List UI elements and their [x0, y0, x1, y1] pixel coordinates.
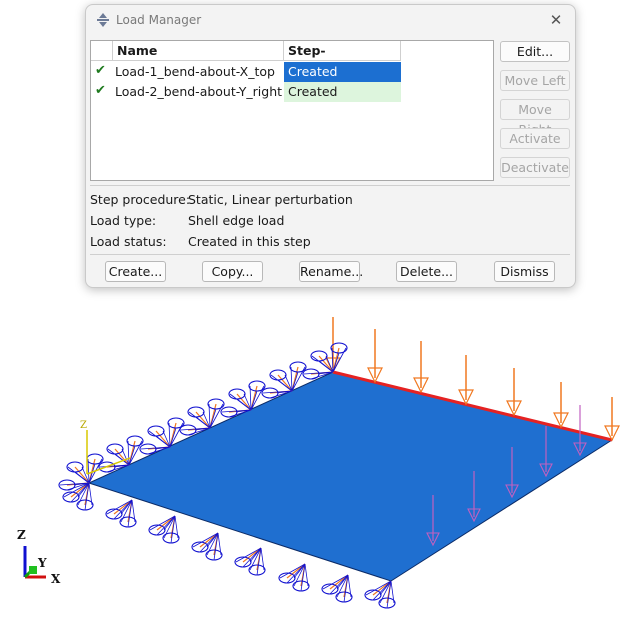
load-name[interactable]: Load-1_bend-about-X_top: [115, 62, 275, 82]
boundary-condition-symbol: [66, 461, 90, 484]
rename-button[interactable]: Rename...: [299, 261, 363, 282]
move-left-button[interactable]: Move Left: [500, 70, 570, 91]
boundary-condition-symbol: [364, 580, 392, 601]
dismiss-button[interactable]: Dismiss: [494, 261, 555, 282]
load-manager-dialog: Load Manager ✕ Name Step-1_LoadCases ✔ L…: [85, 4, 576, 288]
delete-button[interactable]: Delete...: [396, 261, 457, 282]
checkmark-icon: ✔: [95, 63, 106, 78]
step-procedure-label: Step procedure:: [90, 192, 191, 207]
boundary-condition-symbol: [228, 388, 252, 411]
boundary-condition-symbol: [234, 547, 262, 568]
boundary-condition-symbol: [148, 515, 176, 536]
load-table[interactable]: Name Step-1_LoadCases ✔ Load-1_bend-abou…: [90, 40, 494, 181]
create-button[interactable]: Create...: [105, 261, 166, 282]
load-status-label: Load status:: [90, 234, 167, 249]
move-right-button[interactable]: Move Right: [500, 99, 570, 137]
activate-button[interactable]: Activate: [500, 128, 570, 149]
triad-x-label: X: [51, 572, 61, 586]
column-header-name[interactable]: Name: [113, 41, 284, 61]
load-state-cell[interactable]: Created: [284, 62, 401, 82]
load-arrow: [367, 329, 383, 384]
load-type-label: Load type:: [90, 213, 157, 228]
abaqus-app-icon: [97, 13, 109, 27]
load-type-value: Shell edge load: [188, 213, 285, 228]
table-row[interactable]: ✔ Load-1_bend-about-X_top Created: [91, 62, 493, 82]
dialog-titlebar[interactable]: Load Manager ✕: [86, 5, 575, 35]
step-procedure-value: Static, Linear perturbation: [188, 192, 353, 207]
load-arrow: [413, 341, 429, 394]
edit-button[interactable]: Edit...: [500, 41, 570, 62]
boundary-condition-symbol: [310, 350, 334, 373]
local-axis-z-label: Z: [80, 420, 87, 431]
load-name[interactable]: Load-2_bend-about-Y_right: [115, 82, 282, 102]
boundary-condition-symbol: [62, 482, 90, 503]
divider: [90, 254, 570, 255]
triad-y-label: Y: [38, 556, 47, 570]
load-arrow: [553, 382, 569, 429]
triad-z-label: Z: [17, 528, 26, 542]
deactivate-button[interactable]: Deactivate: [500, 157, 570, 178]
load-status-value: Created in this step: [188, 234, 311, 249]
shell-plate: [87, 371, 614, 582]
column-header-step[interactable]: Step-1_LoadCases: [284, 41, 401, 78]
close-button[interactable]: ✕: [546, 10, 566, 30]
boundary-condition-symbol: [187, 406, 211, 429]
load-arrow: [604, 397, 620, 442]
dialog-title: Load Manager: [116, 13, 202, 27]
load-arrow: [458, 355, 474, 406]
load-arrow: [506, 368, 522, 417]
triad-origin-icon: [29, 566, 37, 574]
boundary-condition-symbol: [269, 369, 293, 392]
copy-button[interactable]: Copy...: [202, 261, 263, 282]
table-header: Name Step-1_LoadCases: [91, 41, 493, 78]
checkmark-icon: ✔: [95, 83, 106, 98]
boundary-condition-symbol: [105, 499, 133, 520]
boundary-condition-symbol: [191, 532, 219, 553]
boundary-condition-symbol: [321, 574, 349, 595]
boundary-condition-symbol: [278, 563, 306, 584]
load-state-cell[interactable]: Created: [284, 82, 401, 102]
divider: [90, 185, 570, 186]
column-header-status: [91, 41, 113, 61]
boundary-condition-symbol: [147, 425, 171, 448]
table-row[interactable]: ✔ Load-2_bend-about-Y_right Created: [91, 82, 493, 102]
